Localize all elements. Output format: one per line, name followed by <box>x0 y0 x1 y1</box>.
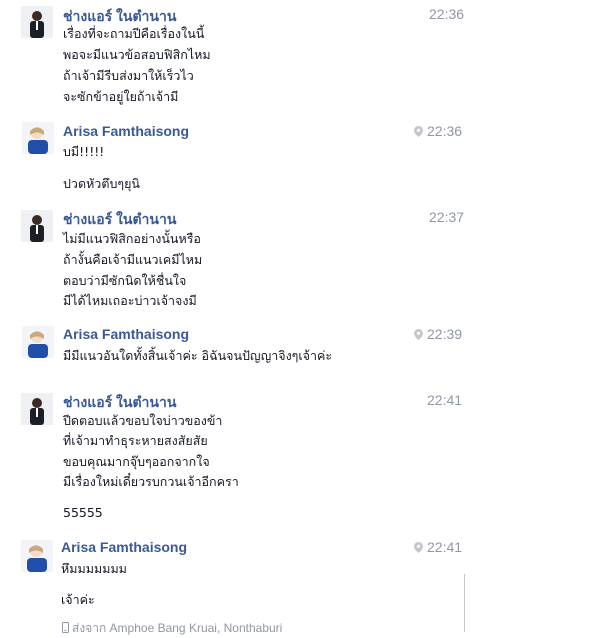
timestamp-text: 22:36 <box>427 123 463 139</box>
timestamp: 22:39 <box>414 326 462 342</box>
message-text: ปีดตอบแล้วขอบใจบ่าวของข้า <box>63 413 223 428</box>
avatar[interactable] <box>21 6 53 38</box>
message-text: ปวดหัวตึบๆยุนิ <box>63 176 140 191</box>
sender-name[interactable]: Arisa Famthaisong <box>61 539 187 555</box>
message-text: ไม่มีแนวฟิสิกอย่างนั้นหรือ <box>63 231 201 246</box>
timestamp: 22:41 <box>427 392 463 408</box>
message-text: ที่เจ้ามาทำธุระหายสงสัยสัย <box>63 433 208 448</box>
sender-name[interactable]: Arisa Famthaisong <box>63 326 189 342</box>
timestamp: 22:36 <box>429 6 465 22</box>
timestamp-text: 22:41 <box>427 539 463 555</box>
avatar[interactable] <box>21 393 53 425</box>
location-line[interactable]: ส่งจาก Amphoe Bang Kruai, Nonthaburi <box>62 619 282 638</box>
message-text: เรื่องที่จะถามปีคือเรื่องในนี้ <box>63 26 205 41</box>
avatar[interactable] <box>21 540 53 572</box>
message-text: ตอบว่ามีซักนิดให้ชื่นใจ <box>63 273 187 288</box>
message-text: มีได้ไหมเถอะบ่าวเจ้าจงมี <box>63 293 197 308</box>
avatar[interactable] <box>22 122 54 154</box>
message-text: หึมมมมมมม <box>61 561 127 576</box>
message-text: มีมีแนวอันใดทั้งสิ้นเจ้าค่ะ อิฉันจนปัญญา… <box>63 348 333 363</box>
timestamp: 22:36 <box>414 123 462 139</box>
message-text: พอจะมีแนวข้อสอบฟิสิกไหม <box>63 47 211 62</box>
sender-name[interactable]: ช่างแอร์ ในตำนาน <box>63 209 176 231</box>
location-pin-icon <box>414 542 423 553</box>
avatar[interactable] <box>22 326 54 358</box>
message-text: ถ้างั้นคือเจ้ามีแนวเคมีไหม <box>63 252 203 267</box>
message-text: ขอบคุณมากจุ๊บๆออกจากใจ <box>63 454 210 469</box>
location-pin-icon <box>414 329 423 340</box>
message-text: ถ้าเจ้ามีรีบส่งมาให้เร็วไว <box>63 68 194 83</box>
location-text[interactable]: ส่งจาก Amphoe Bang Kruai, Nonthaburi <box>72 621 282 635</box>
mobile-phone-icon <box>62 622 69 633</box>
location-pin-icon <box>414 126 423 137</box>
avatar[interactable] <box>21 210 53 242</box>
timestamp: 22:37 <box>429 209 465 225</box>
message-text: มีเรื่องใหม่เดี๋ยวรบกวนเจ้าอีกครา <box>63 474 239 489</box>
message-text: เจ้าค่ะ <box>61 592 95 607</box>
message-text: 55555 <box>63 505 103 520</box>
scroll-divider <box>464 574 465 632</box>
sender-name[interactable]: Arisa Famthaisong <box>63 123 189 139</box>
message-text: บมี!!!!! <box>63 144 105 159</box>
timestamp-text: 22:39 <box>427 326 463 342</box>
timestamp: 22:41 <box>414 539 462 555</box>
message-text: จะซักข้าอยู่ใยถ้าเจ้ามี <box>63 89 179 104</box>
